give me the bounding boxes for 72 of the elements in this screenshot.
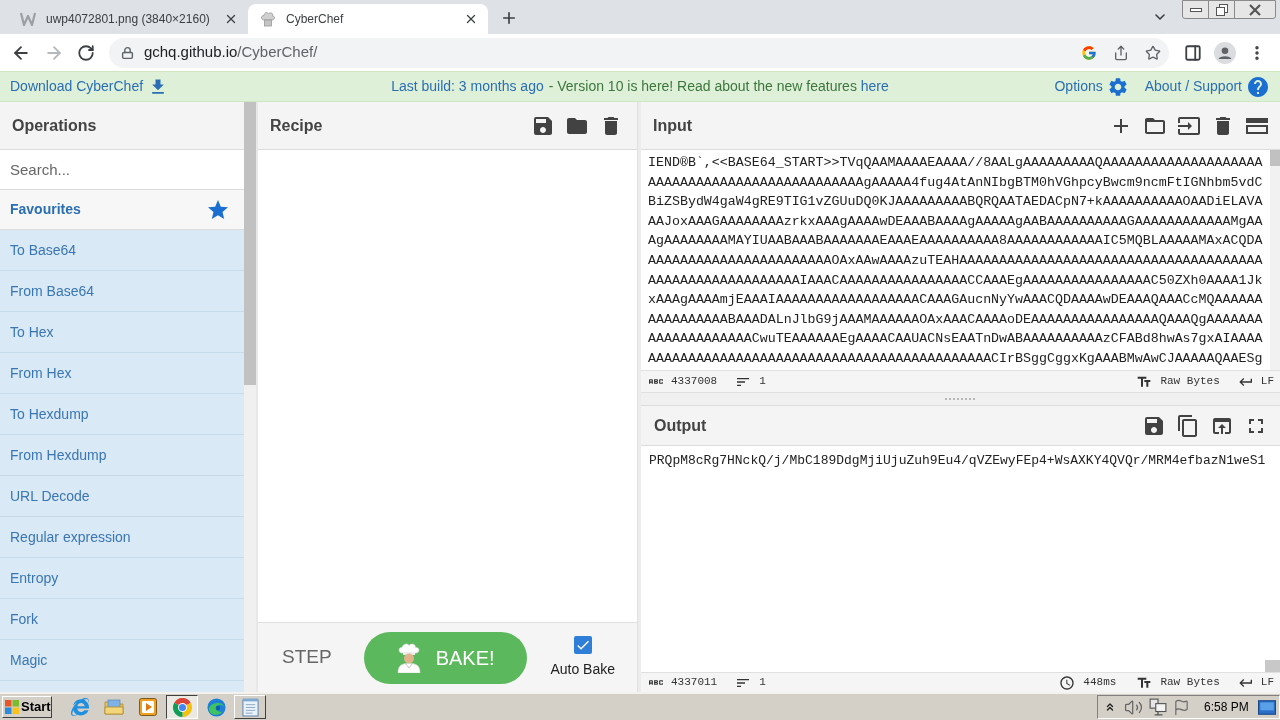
build-info: Last build: 3 months ago bbox=[391, 77, 544, 96]
line-count: 1 bbox=[759, 675, 766, 691]
restore-icon bbox=[1215, 3, 1228, 16]
minimize-icon bbox=[1189, 7, 1202, 12]
lock-icon bbox=[120, 45, 134, 60]
layout-icon[interactable] bbox=[1246, 117, 1268, 134]
star-icon[interactable] bbox=[1145, 44, 1162, 61]
reload-icon[interactable] bbox=[76, 43, 95, 62]
length-count: 4337011 bbox=[671, 675, 718, 691]
flag-icon[interactable] bbox=[1173, 698, 1190, 716]
scrollbar-thumb[interactable] bbox=[1270, 150, 1280, 166]
tab-title: uwp4072801.png (3840×2160) bbox=[46, 11, 210, 28]
abc-letters-icon bbox=[649, 379, 663, 384]
about-link[interactable]: About / Support bbox=[1144, 76, 1242, 97]
e-logo-icon bbox=[71, 698, 89, 716]
eol-label[interactable]: LF bbox=[1260, 674, 1274, 691]
address-field[interactable]: gchq.github.io/CyberChef/ bbox=[108, 37, 1170, 68]
bake-button[interactable]: BAKE! bbox=[363, 631, 527, 684]
notepad-icon bbox=[241, 697, 259, 717]
line-count: 1 bbox=[759, 374, 766, 390]
windows-flag-icon bbox=[5, 700, 19, 714]
folder-icon bbox=[104, 699, 124, 715]
browser-tab[interactable]: uwp4072801.png (3840×2160) bbox=[8, 4, 248, 34]
settings-icon[interactable] bbox=[1106, 75, 1129, 98]
chef-hat-icon bbox=[260, 11, 276, 27]
new-tab-icon[interactable] bbox=[500, 9, 518, 27]
panel-title: Operations bbox=[12, 115, 97, 136]
auto-bake-checkbox[interactable] bbox=[573, 635, 592, 654]
favourites-category[interactable]: Favourites bbox=[0, 190, 244, 230]
panel-title: Recipe bbox=[270, 115, 323, 136]
chef-icon bbox=[395, 642, 422, 673]
play-icon bbox=[139, 698, 157, 716]
bake-time: 448ms bbox=[1083, 675, 1117, 691]
help-icon[interactable] bbox=[1246, 74, 1270, 99]
encoding-label[interactable]: Raw Bytes bbox=[1160, 674, 1220, 691]
input-text[interactable]: IEND®B`,<<BASE64_START>>TVqQAAMAAAAEAAAA//8AALgAAAAAAAAAQAAAAAAAAAAAAAAAAAAAA AAAAAAAAAAAAAAAAAAAAAAAAAAAgAAAAA4fug4AtAnNIbgBTM0hVGhpcyBwcm9ncmFtIGNhbm5vdC BiZSBydW4gaW4gRE9TIG1vZGUuDQ0KJAAAAAAAAABQRQAATAEDACpN7+kAAAAAAAAAAOAADiELAVA AAJoxAAAGAAAAAAAAzrkxAAAgAAAAwDEAAABAAAAgAAAAAgAABAAAAAAAAAAGAAAAAAAAAAAAMgAA AgAAAAAAAAMAYIUAABAAABAAAAAAAEAAAEAAAAAAAAAA8AAAAAAAAAAAAIC5MQBLAAAAAMAxACQDA AAAAAAAAAAAAAAAAAAAAAAAOAxAAwAAAAzuTEAHAAAAAAAAAAAAAAAAAAAAAAAAAAAAAAAAAAAAAA AAAAAAAAAAAAAAAAAAAIAAACAAAAAAAAAAAAAAAACCAAAEgAAAAAAAAAAAAAAAAC50ZXh0AAAA1Jk xAAAgAAAAmjEAAAIAAAAAAAAAAAAAAAAAACAAAGAucnNyYwAAACQDAAAAwDEAAAQAAACcMQAAAAAA AAAAAAAAAABAAADALnJlbG9jAAAMAAAAAAOAxAAACAAAAoDEAAAAAAAAAAAAAAAAQAAAQgAAAAAAA AAAAAAAAAAAAACwuTEAAAAAAEgAAAACAAUACNsEAATnDwABAAAAAAAAAAzCFABd8hwAs7gxAIAAAA AAAAAAAAAAAAAAAAAAAAAAAAAAAAAAAAAAAAAAAAAAACIrBSggCggxKgAAABMwAwCJAAAAAQAAESg bbox=[641, 150, 1270, 370]
scrollbar-thumb[interactable] bbox=[1265, 660, 1280, 672]
output-text: PRQpM8cRg7HNckQ/j/MbC189DdgMjiUjuZuh9Eu4/qVZEwyFEp4+WsAXKY4QVQr/MRM4efbazN1weS1 bbox=[648, 452, 1267, 470]
resize-handle[interactable] bbox=[943, 398, 978, 400]
options-link[interactable]: Options bbox=[1054, 76, 1103, 97]
side-panel-icon[interactable] bbox=[1184, 43, 1203, 62]
panel-title: Output bbox=[654, 415, 707, 436]
notice-text: - Version 10 is here! Read about the new features here bbox=[548, 77, 889, 96]
download-link[interactable]: Download CyberChef bbox=[10, 76, 144, 97]
close-icon[interactable] bbox=[224, 12, 238, 26]
network-icon[interactable] bbox=[1149, 698, 1167, 716]
close-icon bbox=[1249, 3, 1261, 16]
length-count: 4337008 bbox=[671, 374, 718, 390]
clock-icon bbox=[1059, 674, 1076, 691]
google-logo-icon[interactable] bbox=[1081, 44, 1098, 61]
tab-title: CyberChef bbox=[286, 11, 344, 28]
zigzag-logo-icon bbox=[20, 12, 36, 26]
share-icon[interactable] bbox=[1113, 44, 1130, 61]
url-text: gchq.github.io/CyberChef/ bbox=[143, 42, 318, 63]
swirl-logo-icon bbox=[206, 697, 226, 717]
desktop-icon[interactable] bbox=[1258, 699, 1276, 715]
panel-title: Input bbox=[653, 115, 693, 136]
notice-link[interactable]: here bbox=[860, 78, 889, 94]
encoding-label[interactable]: Raw Bytes bbox=[1160, 373, 1220, 390]
browser-tab[interactable]: CyberChef bbox=[248, 4, 488, 34]
scrollbar-thumb[interactable] bbox=[244, 102, 256, 385]
auto-bake-label: Auto Bake bbox=[550, 659, 615, 679]
clock-time[interactable]: 6:58 PM bbox=[1204, 698, 1249, 716]
ring-logo-icon bbox=[172, 697, 192, 717]
start-button[interactable]: Start bbox=[2, 696, 52, 718]
step-button[interactable]: STEP bbox=[282, 643, 332, 672]
close-icon[interactable] bbox=[464, 12, 478, 26]
copy-icon[interactable] bbox=[1176, 413, 1200, 438]
abc-letters-icon bbox=[649, 680, 663, 685]
eol-label[interactable]: LF bbox=[1260, 373, 1274, 390]
avatar-icon[interactable] bbox=[1214, 41, 1237, 64]
taskbar-app-button[interactable] bbox=[166, 695, 198, 719]
